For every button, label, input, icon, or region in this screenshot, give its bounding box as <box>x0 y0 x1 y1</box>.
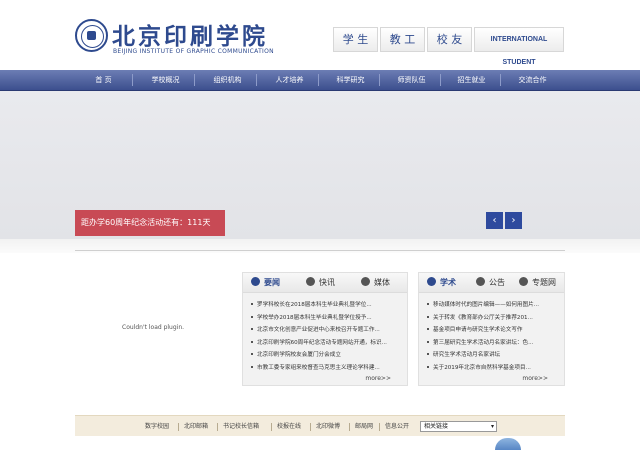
news-panel-tabs: 要闻 快讯 媒体 <box>243 273 407 293</box>
news-panel: 要闻 快讯 媒体 罗学科校长在2018届本科生毕业典礼暨学位... 学校举办20… <box>242 272 408 386</box>
nav-divider <box>132 74 133 86</box>
plugin-error-message: Couldn't load plugin. <box>122 324 185 331</box>
academic-icon <box>427 277 436 286</box>
footer-link-president-mailbox[interactable]: 书记校长信箱 <box>223 416 259 437</box>
related-links-select[interactable]: 相关链接 <box>420 421 497 432</box>
footer-divider <box>379 423 380 431</box>
footer-link-mail[interactable]: 北印邮箱 <box>184 416 208 437</box>
tab-media[interactable]: 媒体 <box>361 273 390 293</box>
tab-special-sites-label: 专题网 <box>532 278 556 287</box>
quick-link-students[interactable]: 学 生 <box>333 27 378 52</box>
footer-divider <box>349 423 350 431</box>
academic-panel: 学术 公告 专题网 移动媒体时代的图片编辑——如何用图片... 关于转发《教育部… <box>418 272 565 386</box>
tab-flash-label: 快讯 <box>319 278 335 287</box>
nav-item-exchange[interactable]: 交流合作 <box>504 70 561 90</box>
news-item[interactable]: 罗学科校长在2018届本科生毕业典礼暨学位... <box>251 300 387 313</box>
tab-media-label: 媒体 <box>374 278 390 287</box>
nav-divider <box>194 74 195 86</box>
news-icon <box>251 277 260 286</box>
special-sites-icon <box>519 277 528 286</box>
nav-item-about[interactable]: 学校概况 <box>137 70 194 90</box>
notice-icon <box>476 277 485 286</box>
footer-divider <box>217 423 218 431</box>
tab-news-label: 要闻 <box>264 278 280 287</box>
footer-link-disclosure[interactable]: 信息公开 <box>385 416 409 437</box>
page: 北京印刷学院 BEIJING INSTITUTE OF GRAPHIC COMM… <box>0 0 640 450</box>
countdown-banner[interactable]: 距办学60周年纪念活动还有：111天 <box>75 210 225 236</box>
nav-item-admissions[interactable]: 招生就业 <box>443 70 500 90</box>
academic-item[interactable]: 研究生学术活动月名家讲坛 <box>427 350 539 363</box>
academic-panel-tabs: 学术 公告 专题网 <box>419 273 564 293</box>
academic-item[interactable]: 关于转发《教育部办公厅关于推荐201... <box>427 313 539 326</box>
header: 北京印刷学院 BEIJING INSTITUTE OF GRAPHIC COMM… <box>0 0 640 70</box>
footer-divider <box>271 423 272 431</box>
footer-divider <box>310 423 311 431</box>
news-item[interactable]: 北京印刷学院校友会厦门分会成立 <box>251 350 387 363</box>
nav-item-organization[interactable]: 组织机构 <box>199 70 256 90</box>
footer-link-post-office[interactable]: 邮局网 <box>355 416 373 437</box>
logo-chinese-name[interactable]: 北京印刷学院 <box>112 17 268 51</box>
news-item[interactable]: 市教工委专家组来校督查马克思主义理论学科建... <box>251 363 387 376</box>
academic-item[interactable]: 移动媒体时代的图片编辑——如何用图片... <box>427 300 539 313</box>
news-list: 罗学科校长在2018届本科生毕业典礼暨学位... 学校举办2018届本科生毕业典… <box>251 300 387 376</box>
tab-academic[interactable]: 学术 <box>427 273 456 293</box>
tab-notice-label: 公告 <box>489 278 505 287</box>
news-item[interactable]: 学校举办2018届本科生毕业典礼暨学位授予... <box>251 313 387 326</box>
tab-special-sites[interactable]: 专题网 <box>519 273 556 293</box>
tab-notice[interactable]: 公告 <box>476 273 505 293</box>
academic-item[interactable]: 基金项目申请与研究生学术论文写作 <box>427 325 539 338</box>
quick-link-alumni[interactable]: 校 友 <box>427 27 472 52</box>
nav-divider <box>379 74 380 86</box>
news-item[interactable]: 北京印刷学院60周年纪念活动专题网站开通，标识... <box>251 338 387 351</box>
footer-links-bar: 数字校园 北印邮箱 书记校长信箱 校报在线 北印微博 邮局网 信息公开 相关链接 <box>75 415 565 436</box>
nav-item-research[interactable]: 科学研究 <box>322 70 379 90</box>
slide-next-button[interactable]: › <box>505 212 522 229</box>
academic-list: 移动媒体时代的图片编辑——如何用图片... 关于转发《教育部办公厅关于推荐201… <box>427 300 539 376</box>
logo-english-name[interactable]: BEIJING INSTITUTE OF GRAPHIC COMMUNICATI… <box>113 48 274 55</box>
media-icon <box>361 277 370 286</box>
banner-divider <box>0 239 640 253</box>
news-more-link[interactable]: more>> <box>365 375 391 382</box>
slide-prev-button[interactable]: ‹ <box>486 212 503 229</box>
nav-item-education[interactable]: 人才培养 <box>261 70 318 90</box>
academic-item[interactable]: 第三届研究生学术活动月名家讲坛：色... <box>427 338 539 351</box>
tab-news[interactable]: 要闻 <box>251 273 280 293</box>
school-seal-logo[interactable] <box>75 19 108 52</box>
nav-divider <box>500 74 501 86</box>
nav-item-home[interactable]: 首 页 <box>75 70 132 90</box>
nav-divider <box>318 74 319 86</box>
quick-link-staff[interactable]: 教 工 <box>380 27 425 52</box>
main-nav: 首 页 学校概况 组织机构 人才培养 科学研究 师资队伍 招生就业 交流合作 <box>0 70 640 91</box>
footer-divider <box>178 423 179 431</box>
nav-divider <box>256 74 257 86</box>
tab-flash[interactable]: 快讯 <box>306 273 335 293</box>
flash-icon <box>306 277 315 286</box>
nav-divider <box>440 74 441 86</box>
footer-link-weibo[interactable]: 北印微博 <box>316 416 340 437</box>
footer-link-campus-paper[interactable]: 校报在线 <box>277 416 301 437</box>
badge-icon[interactable] <box>495 438 521 450</box>
quick-link-international-student[interactable]: INTERNATIONAL STUDENT <box>474 27 564 66</box>
academic-more-link[interactable]: more>> <box>522 375 548 382</box>
nav-item-faculty[interactable]: 师资队伍 <box>383 70 440 90</box>
footer-link-digital-campus[interactable]: 数字校园 <box>145 416 169 437</box>
tab-academic-label: 学术 <box>440 278 456 287</box>
news-item[interactable]: 北京市文化创意产业促进中心来校召开专题工作... <box>251 325 387 338</box>
academic-item[interactable]: 关于2019年北京市自然科学基金项目... <box>427 363 539 376</box>
